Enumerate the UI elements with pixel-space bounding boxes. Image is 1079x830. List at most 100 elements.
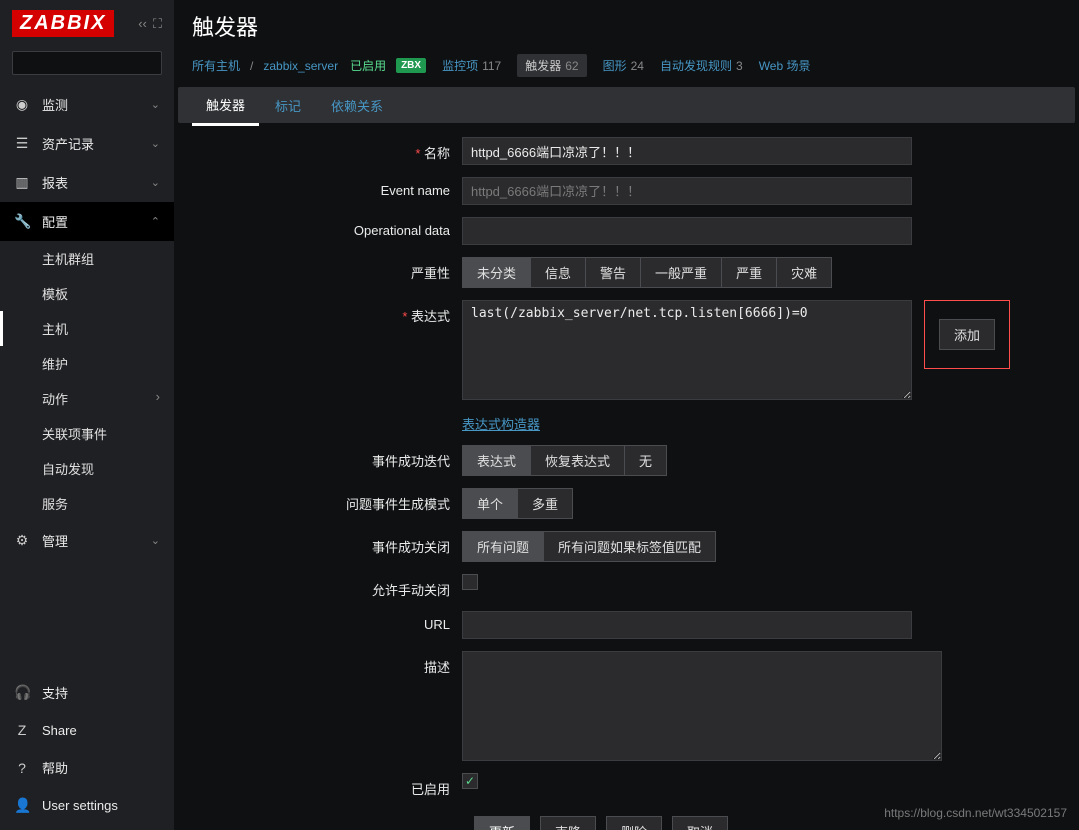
breadcrumb-allhosts[interactable]: 所有主机 xyxy=(192,57,240,74)
delete-button[interactable]: 删除 xyxy=(606,816,662,830)
severity-opt-4[interactable]: 严重 xyxy=(721,257,777,288)
label-description: 描述 xyxy=(192,651,462,676)
form-actions: 更新 克隆 删除 取消 xyxy=(192,816,1061,830)
input-opdata[interactable] xyxy=(462,217,912,245)
severity-opt-1[interactable]: 信息 xyxy=(530,257,586,288)
search-box[interactable]: 🔍 xyxy=(12,51,162,75)
sub-maintenance[interactable]: 维护 xyxy=(0,346,174,381)
tabs: 触发器 标记 依赖关系 xyxy=(178,87,1075,123)
sub-services[interactable]: 服务 xyxy=(0,486,174,521)
page-title: 触发器 xyxy=(174,0,1079,48)
gen-mode-0[interactable]: 单个 xyxy=(462,488,518,519)
sub-correlation[interactable]: 关联项事件 xyxy=(0,416,174,451)
nav-monitor[interactable]: ◉ 监测 ⌄ xyxy=(0,85,174,124)
nav-config[interactable]: 🔧 配置 ⌃ xyxy=(0,202,174,241)
event-iterate-1[interactable]: 恢复表达式 xyxy=(530,445,625,476)
input-description[interactable] xyxy=(462,651,942,761)
zbx-badge: ZBX xyxy=(396,58,426,73)
event-iterate-group: 表达式 恢复表达式 无 xyxy=(462,445,667,476)
sub-actions[interactable]: 动作 › xyxy=(0,381,174,416)
chevron-down-icon: ⌄ xyxy=(151,534,160,547)
input-expression[interactable] xyxy=(462,300,912,400)
input-url[interactable] xyxy=(462,611,912,639)
severity-opt-0[interactable]: 未分类 xyxy=(462,257,531,288)
checkbox-manual-close[interactable] xyxy=(462,574,478,590)
ok-close-0[interactable]: 所有问题 xyxy=(462,531,544,562)
cancel-button[interactable]: 取消 xyxy=(672,816,728,830)
add-button[interactable]: 添加 xyxy=(939,319,995,350)
footer-help[interactable]: ? 帮助 xyxy=(0,748,174,787)
label-url: URL xyxy=(192,611,462,632)
severity-opt-3[interactable]: 一般严重 xyxy=(640,257,722,288)
input-eventname[interactable] xyxy=(462,177,912,205)
nav-label: 监测 xyxy=(42,95,68,114)
event-iterate-0[interactable]: 表达式 xyxy=(462,445,531,476)
severity-group: 未分类 信息 警告 一般严重 严重 灾难 xyxy=(462,257,832,288)
collapse-icon[interactable]: ‹‹ xyxy=(138,16,147,31)
subnav-triggers[interactable]: 触发器 62 xyxy=(517,54,586,77)
clone-button[interactable]: 克隆 xyxy=(540,816,596,830)
footer-share[interactable]: Z Share xyxy=(0,712,174,748)
sub-hostgroups[interactable]: 主机群组 xyxy=(0,241,174,276)
label-opdata: Operational data xyxy=(192,217,462,238)
gen-mode-1[interactable]: 多重 xyxy=(517,488,573,519)
label-eventname: Event name xyxy=(192,177,462,198)
config-subitems: 主机群组 模板 主机 维护 动作 › 关联项事件 自动发现 服务 xyxy=(0,241,174,521)
nav-admin[interactable]: ⚙ 管理 ⌄ xyxy=(0,521,174,560)
expression-constructor-link[interactable]: 表达式构造器 xyxy=(462,414,540,433)
sub-hosts[interactable]: 主机 xyxy=(0,311,174,346)
subnav-discovery[interactable]: 自动发现规则 3 xyxy=(660,57,743,74)
chevron-right-icon: › xyxy=(156,389,160,404)
label-severity: 严重性 xyxy=(192,257,462,282)
chevron-down-icon: ⌄ xyxy=(151,176,160,189)
label-event-iterate: 事件成功迭代 xyxy=(192,445,462,470)
label-ok-close: 事件成功关闭 xyxy=(192,531,462,556)
expand-icon[interactable]: ⛶ xyxy=(153,16,162,32)
search-input[interactable] xyxy=(19,56,174,70)
subnav-graphs[interactable]: 图形 24 xyxy=(603,57,644,74)
checkbox-enabled[interactable]: ✓ xyxy=(462,773,478,789)
subnav-web[interactable]: Web 场景 xyxy=(759,57,811,74)
sidebar: ZABBIX ‹‹ ⛶ 🔍 ◉ 监测 ⌄ ☰ 资产记录 ⌄ xyxy=(0,0,174,830)
ok-close-1[interactable]: 所有问题如果标签值匹配 xyxy=(543,531,716,562)
tab-dep[interactable]: 依赖关系 xyxy=(317,87,397,124)
label-gen-mode: 问题事件生成模式 xyxy=(192,488,462,513)
user-icon: 👤 xyxy=(14,797,30,814)
severity-opt-2[interactable]: 警告 xyxy=(585,257,641,288)
footer-user[interactable]: 👤 User settings xyxy=(0,787,174,824)
headset-icon: 🎧 xyxy=(14,684,30,701)
sub-discovery[interactable]: 自动发现 xyxy=(0,451,174,486)
label-enabled: 已启用 xyxy=(192,773,462,798)
sub-templates[interactable]: 模板 xyxy=(0,276,174,311)
logo: ZABBIX xyxy=(12,10,114,37)
nav-label: 配置 xyxy=(42,212,68,231)
label-name: 名称 xyxy=(192,137,462,162)
label-manual-close: 允许手动关闭 xyxy=(192,574,462,599)
add-button-highlight: 添加 xyxy=(924,300,1010,369)
nav: ◉ 监测 ⌄ ☰ 资产记录 ⌄ ▥ 报表 ⌄ 🔧 配置 ⌃ 主机群组 模板 xyxy=(0,85,174,673)
main-content: 触发器 所有主机 / zabbix_server 已启用 ZBX 监控项 117… xyxy=(174,0,1079,830)
wrench-icon: 🔧 xyxy=(14,213,30,230)
share-icon: Z xyxy=(14,722,30,738)
help-icon: ? xyxy=(14,760,30,776)
event-iterate-2[interactable]: 无 xyxy=(624,445,667,476)
sidebar-header: ZABBIX ‹‹ ⛶ xyxy=(0,0,174,47)
footer-support[interactable]: 🎧 支持 xyxy=(0,673,174,712)
breadcrumb-host[interactable]: zabbix_server xyxy=(263,59,338,73)
nav-assets[interactable]: ☰ 资产记录 ⌄ xyxy=(0,124,174,163)
eye-icon: ◉ xyxy=(14,96,30,113)
severity-opt-5[interactable]: 灾难 xyxy=(776,257,832,288)
tab-trigger[interactable]: 触发器 xyxy=(192,86,259,126)
subnav-items[interactable]: 监控项 117 xyxy=(442,57,501,74)
enabled-label: 已启用 xyxy=(350,57,386,74)
gen-mode-group: 单个 多重 xyxy=(462,488,573,519)
sidebar-footer: 🎧 支持 Z Share ? 帮助 👤 User settings xyxy=(0,673,174,830)
input-name[interactable] xyxy=(462,137,912,165)
nav-label: 资产记录 xyxy=(42,134,94,153)
gear-icon: ⚙ xyxy=(14,532,30,549)
label-expression: 表达式 xyxy=(192,300,462,325)
tab-tag[interactable]: 标记 xyxy=(261,87,315,124)
nav-reports[interactable]: ▥ 报表 ⌄ xyxy=(0,163,174,202)
form-area: 名称 Event name Operational data 严重性 xyxy=(174,123,1079,830)
update-button[interactable]: 更新 xyxy=(474,816,530,830)
